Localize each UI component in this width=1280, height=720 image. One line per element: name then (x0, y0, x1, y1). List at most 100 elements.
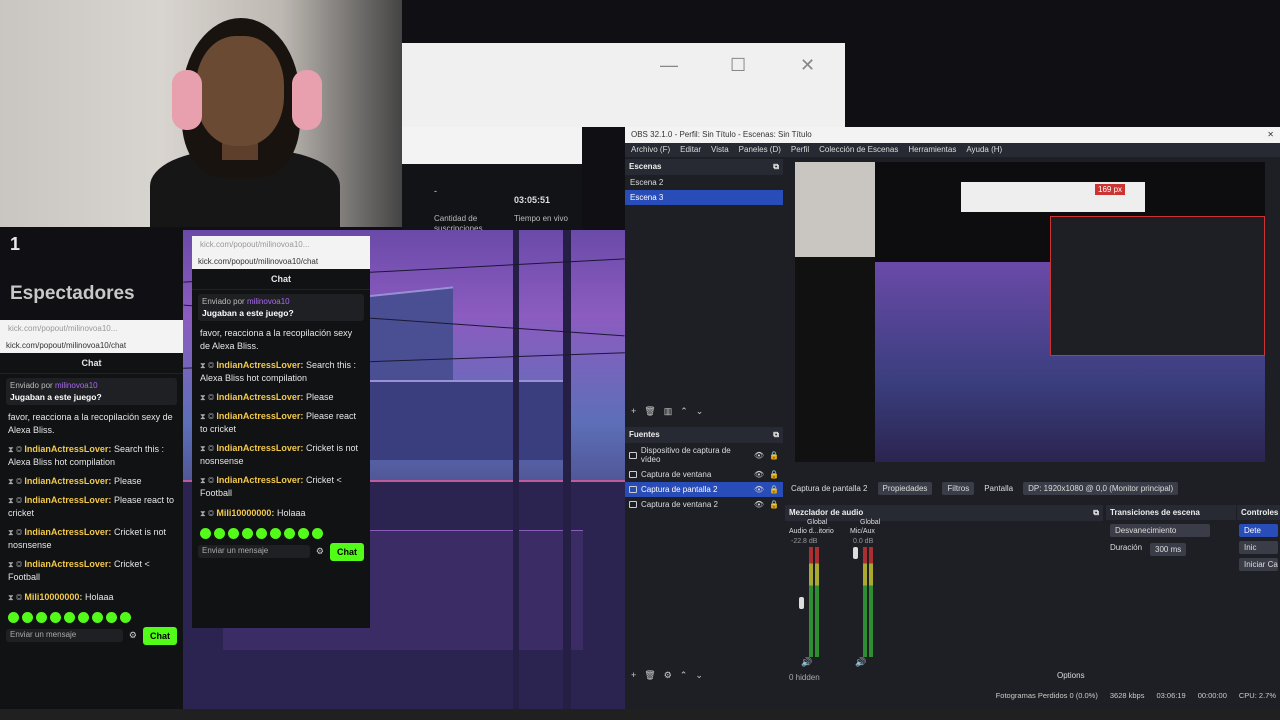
transitions-header: Transiciones de escena (1106, 505, 1236, 520)
obs-preview[interactable]: 169 px (795, 162, 1265, 462)
down-icon[interactable]: ⌄ (696, 406, 704, 417)
source-item[interactable]: Dispositivo de captura de vídeo 👁 🔒 (625, 443, 783, 467)
menu-paneles[interactable]: Paneles (D) (739, 145, 781, 155)
chat-message: ⧗ ◎ IndianActressLover: Cricket is not n… (200, 443, 358, 467)
volume-slider[interactable] (853, 547, 858, 559)
scene-item-escena-2[interactable]: Escena 2 (625, 175, 783, 190)
stats-panel: - Cantidad de suscripciones 03:05:51 Tie… (402, 164, 582, 234)
trash-icon[interactable]: 🗑 (644, 406, 655, 417)
chat-message: ⧗ ◎ IndianActressLover: Search this : Al… (8, 444, 164, 468)
add-icon[interactable]: + (631, 670, 636, 681)
stop-stream-button[interactable]: Dete (1239, 524, 1278, 537)
emote-bar[interactable] (0, 611, 183, 623)
menu-herramientas[interactable]: Herramientas (908, 145, 956, 155)
filter-icon[interactable]: ▥ (664, 406, 673, 417)
preview-nested-obs (1050, 216, 1265, 356)
scenes-toolbar: + 🗑 ▥ ⌃ ⌄ (625, 403, 709, 420)
close-icon[interactable]: ✕ (800, 55, 815, 76)
mixer-tab[interactable]: Global (807, 519, 827, 526)
down-icon[interactable]: ⌄ (695, 670, 703, 681)
chat-mid-send-button[interactable]: Chat (330, 542, 364, 561)
chat-left-messages: favor, reacciona a la recopilación sexy … (0, 409, 183, 612)
headphone-right (292, 70, 322, 130)
mixer-db: -22.8 dB (791, 538, 818, 545)
chat-left-pinned[interactable]: Enviado por milinovoa10 Jugaban a este j… (6, 378, 177, 405)
chat-mid-input[interactable]: Enviar un mensaje (198, 545, 310, 558)
menu-archivo[interactable]: Archivo (F) (631, 145, 670, 155)
mixer-channel-name: Mic/Aux (850, 528, 875, 535)
source-name: Captura de pantalla 2 (791, 483, 868, 493)
bitrate: 3628 kbps (1109, 691, 1145, 700)
chat-message: ⧗ ◎ IndianActressLover: Please (8, 476, 142, 487)
chat-message: ⧗ ◎ Mili10000000: Holaaa (200, 507, 306, 518)
controls-header: Controles (1237, 505, 1280, 520)
chat-mid-send-row: Enviar un mensaje ⚙ Chat (192, 539, 370, 565)
source-item[interactable]: Captura de ventana 2 👁 🔒 (625, 497, 783, 512)
menu-vista[interactable]: Vista (711, 145, 729, 155)
audio-mixer-dock: Mezclador de audio ⧉ Global Global Audio … (785, 505, 1103, 685)
speaker-icon[interactable]: 🔊 (801, 657, 812, 668)
menu-editar[interactable]: Editar (680, 145, 701, 155)
scene-item-escena-3[interactable]: Escena 3 (625, 190, 783, 205)
transition-select[interactable]: Desvanecimiento (1110, 524, 1210, 537)
chat-left-tab[interactable]: kick.com/popout/milinovoa10... (0, 320, 183, 338)
chat-message: ⧗ ◎ IndianActressLover: Please (200, 392, 334, 403)
properties-button[interactable]: Propiedades (877, 481, 933, 495)
chat-left-send-button[interactable]: Chat (143, 626, 177, 645)
eye-icon: 👁 (753, 450, 765, 460)
pinned-by-label: Enviado por (10, 381, 53, 390)
transitions-dock: Transiciones de escena Desvanecimiento D… (1106, 505, 1236, 685)
trash-icon[interactable]: 🗑 (644, 670, 655, 681)
mixer-tab[interactable]: Global (860, 519, 880, 526)
volume-slider[interactable] (799, 597, 804, 609)
display-label: Pantalla (984, 483, 1014, 493)
up-icon[interactable]: ⌃ (680, 670, 688, 681)
chat-left-input[interactable]: Enviar un mensaje (6, 629, 123, 642)
source-toolbar: Captura de pantalla 2 Propiedades Filtro… (785, 480, 1280, 496)
pinned-by-user[interactable]: milinovoa10 (55, 381, 98, 390)
menu-perfil[interactable]: Perfil (791, 145, 809, 155)
minimize-icon[interactable]: — (660, 55, 678, 76)
menu-coleccion[interactable]: Colección de Escenas (819, 145, 898, 155)
chat-message: favor, reacciona a la recopilación sexy … (8, 412, 173, 436)
speaker-icon[interactable]: 🔊 (855, 657, 866, 668)
headphone-left (172, 70, 202, 130)
pinned-by-user[interactable]: milinovoa10 (247, 297, 290, 306)
obs-menubar: Archivo (F) Editar Vista Paneles (D) Per… (625, 143, 1280, 157)
gear-icon[interactable]: ⚙ (664, 670, 672, 681)
chat-mid-url[interactable]: kick.com/popout/milinovoa10/chat (192, 254, 370, 269)
up-icon[interactable]: ⌃ (680, 406, 688, 417)
chat-mid-title: Chat (192, 269, 370, 290)
obs-close-icon[interactable]: ✕ (1267, 130, 1274, 140)
pinned-message: Jugaban a este juego? (202, 308, 294, 318)
cpu-usage: CPU: 2.7% (1238, 691, 1276, 700)
chat-message: ⧗ ◎ IndianActressLover: Cricket is not n… (8, 527, 166, 551)
controls-dock: Controles Dete Inic Iniciar Ca (1237, 505, 1280, 685)
virtual-cam-button[interactable]: Iniciar Ca (1239, 558, 1278, 571)
display-select[interactable]: DP: 1920x1080 @ 0,0 (Monitor principal) (1023, 481, 1179, 495)
maximize-icon[interactable]: ☐ (730, 55, 746, 76)
chat-left-url[interactable]: kick.com/popout/milinovoa10/chat (0, 338, 183, 353)
preview-chat (795, 257, 875, 462)
source-item-selected[interactable]: Captura de pantalla 2 👁 🔒 (625, 482, 783, 497)
mixer-options[interactable]: Options (1057, 671, 1085, 680)
chat-mid-tab[interactable]: kick.com/popout/milinovoa10... (192, 236, 370, 254)
lock-icon: 🔒 (769, 470, 779, 479)
chat-message: ⧗ ◎ IndianActressLover: Please react to … (8, 495, 174, 519)
menu-ayuda[interactable]: Ayuda (H) (966, 145, 1002, 155)
filters-button[interactable]: Filtros (942, 481, 975, 495)
undock-icon[interactable]: ⧉ (773, 162, 779, 172)
start-record-button[interactable]: Inic (1239, 541, 1278, 554)
add-icon[interactable]: + (631, 406, 636, 417)
settings-icon[interactable]: ⚙ (316, 546, 324, 557)
settings-icon[interactable]: ⚙ (129, 630, 137, 641)
obs-window: OBS 32.1.0 - Perfil: Sin Título - Escena… (625, 127, 1280, 720)
undock-icon[interactable]: ⧉ (773, 430, 779, 440)
mixer-db: 0.0 dB (853, 538, 874, 545)
emote-bar[interactable] (192, 527, 370, 539)
record-time: 00:00:00 (1197, 691, 1227, 700)
duration-input[interactable]: 300 ms (1150, 543, 1187, 556)
preview-webcam (795, 162, 875, 257)
source-item[interactable]: Captura de ventana 👁 🔒 (625, 467, 783, 482)
chat-mid-pinned[interactable]: Enviado por milinovoa10 Jugaban a este j… (198, 294, 364, 321)
